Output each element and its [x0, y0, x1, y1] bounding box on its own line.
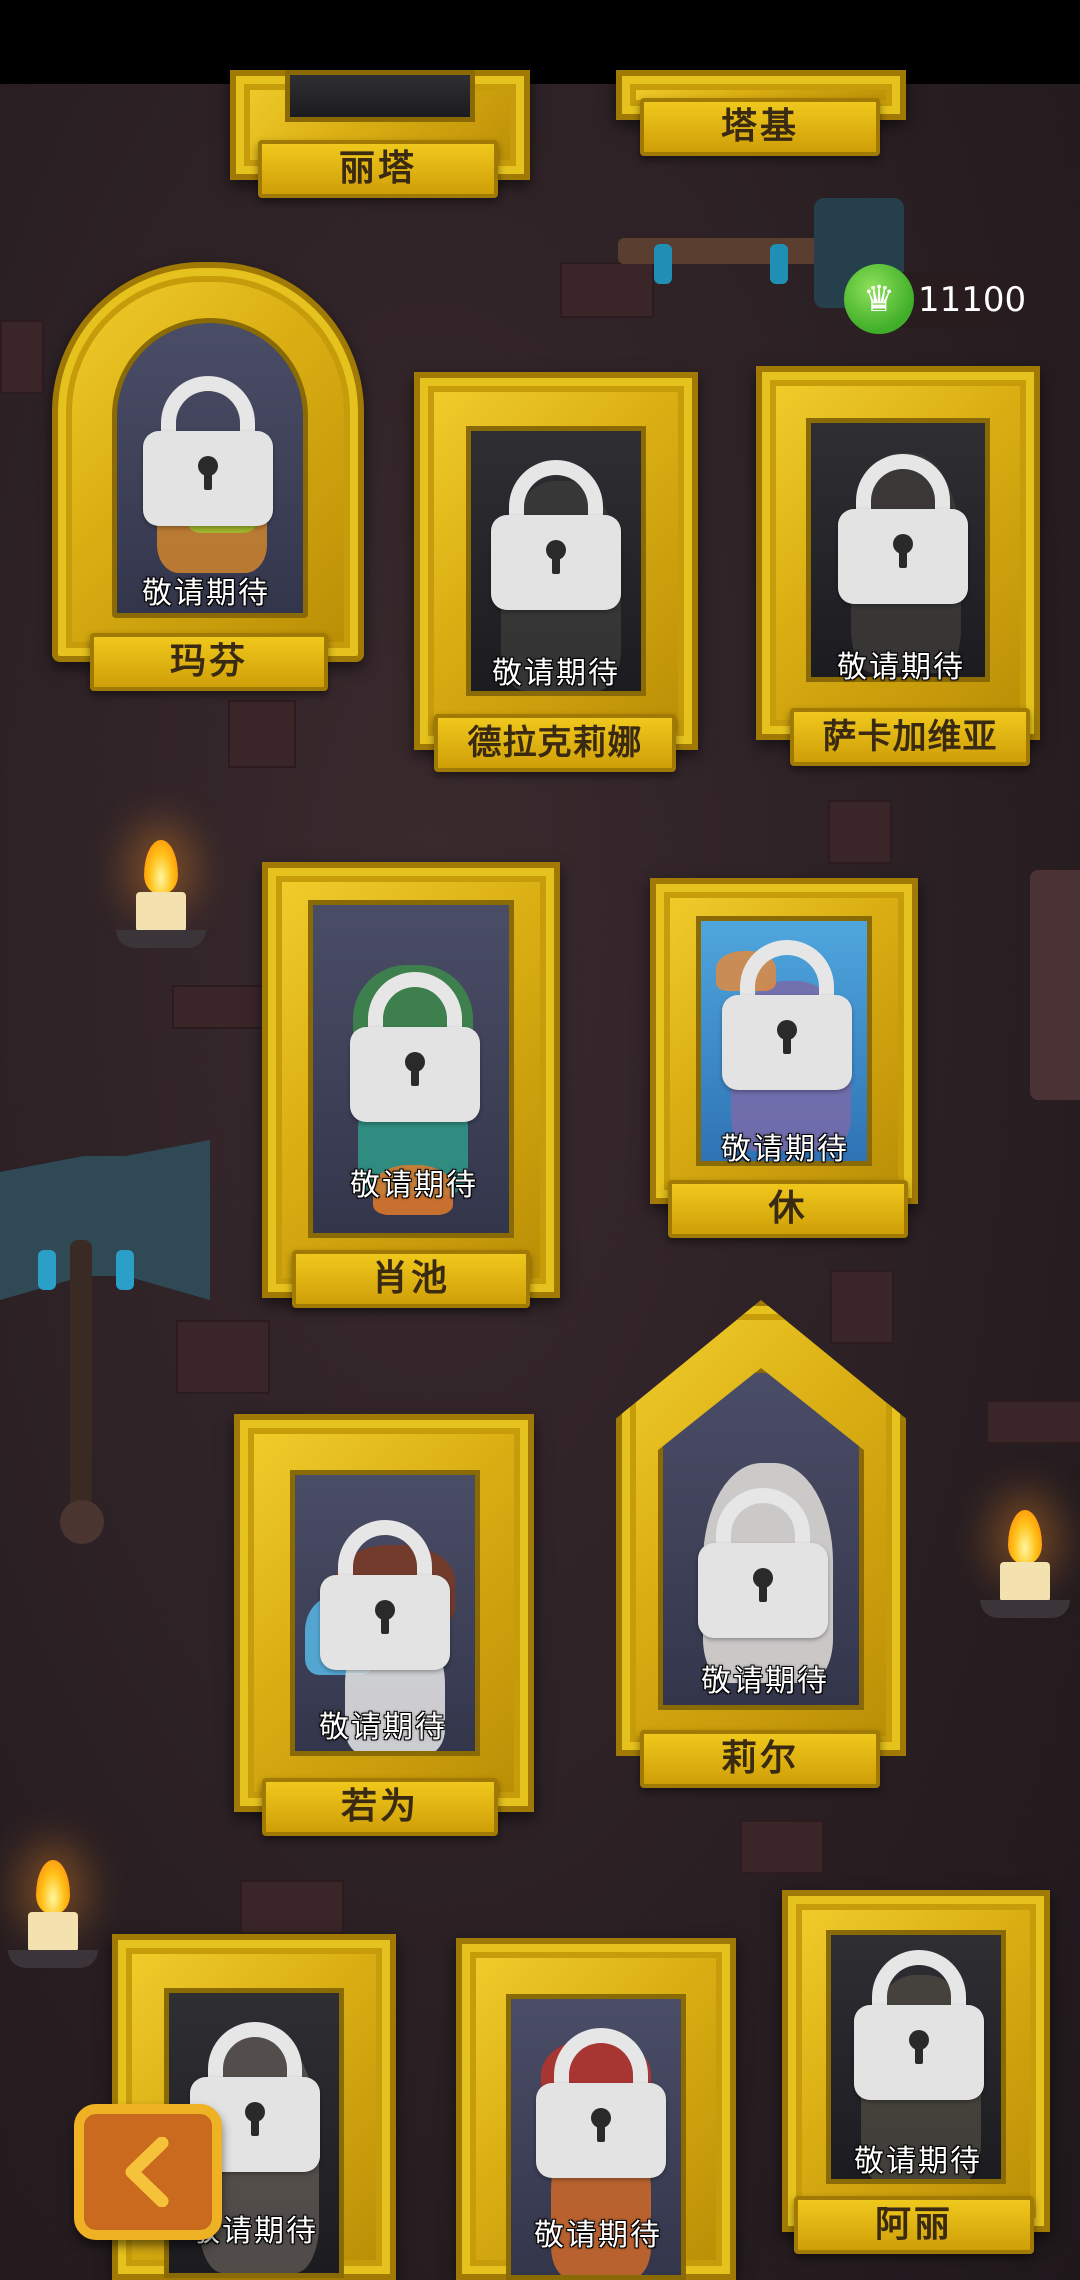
lock-icon: [491, 460, 621, 610]
locked-label: 敬请期待: [701, 1664, 829, 1699]
locked-label: 敬请期待: [534, 2218, 662, 2253]
lock-icon: [854, 1950, 984, 2100]
axe-decoration: [0, 1140, 210, 1544]
wall-brick: [240, 1880, 344, 1934]
candle-decoration: [980, 1490, 1070, 1650]
lock-icon: [722, 940, 852, 1090]
lock-icon: [536, 2028, 666, 2178]
character-name: 肖池: [292, 1250, 530, 1308]
score-value: 11100: [918, 280, 1027, 320]
wall-brick: [740, 1820, 824, 1874]
locked-label: 敬请期待: [721, 1132, 849, 1167]
wall-pillar-decoration: [1030, 870, 1080, 1100]
back-button[interactable]: [74, 2104, 222, 2240]
locked-label: 敬请期待: [492, 656, 620, 691]
crown-icon: ♛: [844, 264, 914, 334]
wall-brick: [830, 1270, 894, 1344]
character-name: 若为: [262, 1778, 498, 1836]
locked-label: 敬请期待: [854, 2144, 982, 2179]
locked-label: 敬请期待: [319, 1710, 447, 1745]
locked-label: 敬请期待: [837, 650, 965, 685]
character-name: 休: [668, 1180, 908, 1238]
character-name: 萨卡加维亚: [790, 708, 1030, 766]
character-name: 塔基: [640, 98, 880, 156]
lock-icon: [838, 454, 968, 604]
lock-icon: [143, 376, 273, 526]
chevron-left-icon: [125, 2137, 169, 2207]
locked-label: 敬请期待: [142, 576, 270, 611]
locked-label: 敬请期待: [350, 1168, 478, 1203]
character-name: 德拉克莉娜: [434, 714, 676, 772]
candle-decoration: [116, 820, 206, 980]
wall-brick: [228, 700, 296, 768]
candle-decoration: [8, 1840, 98, 2000]
wall-brick: [172, 985, 276, 1029]
wall-brick: [828, 800, 892, 864]
character-name: 莉尔: [640, 1730, 880, 1788]
character-name: 丽塔: [258, 140, 498, 198]
lock-icon: [320, 1520, 450, 1670]
character-name: 玛芬: [90, 633, 328, 691]
portrait-canvas: [285, 70, 475, 122]
wall-brick: [986, 1400, 1080, 1444]
status-bar: [0, 0, 1080, 84]
lock-icon: [698, 1488, 828, 1638]
score-counter: ♛ 11100: [844, 264, 1028, 334]
wall-brick: [0, 320, 44, 394]
character-name: 阿丽: [794, 2196, 1034, 2254]
lock-icon: [350, 972, 480, 1122]
